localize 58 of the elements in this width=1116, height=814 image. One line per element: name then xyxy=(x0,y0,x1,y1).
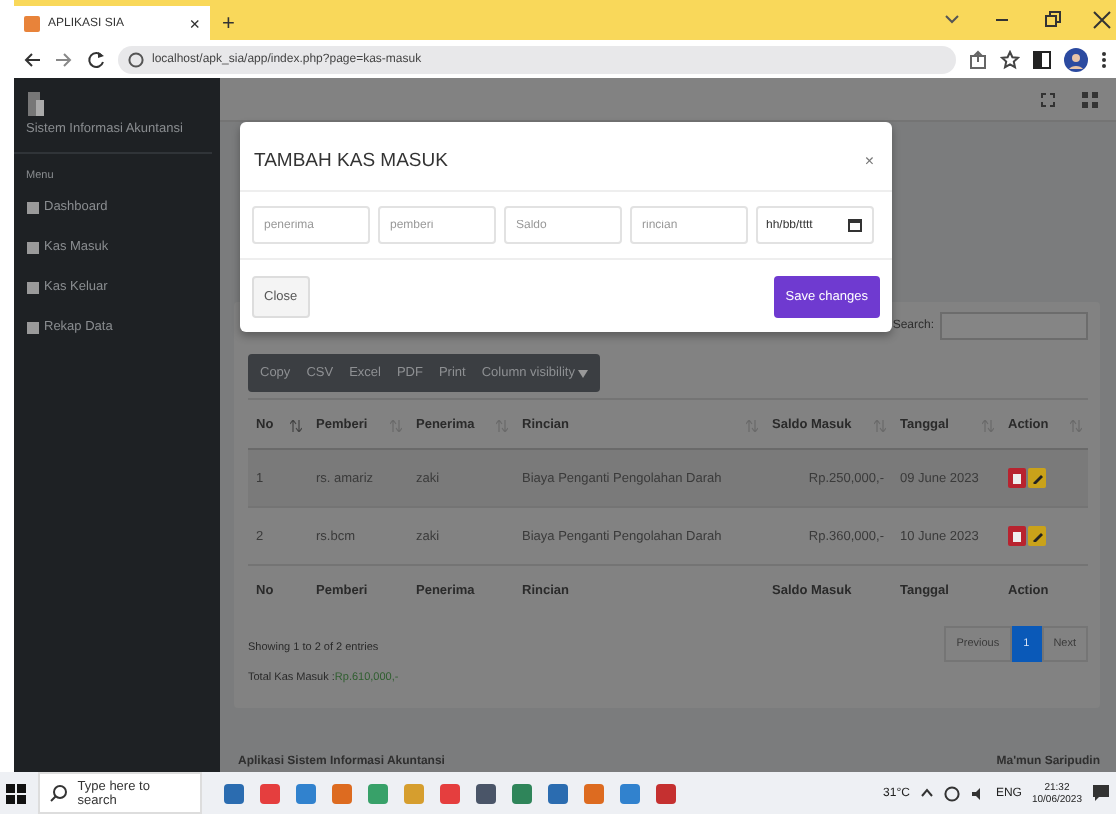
taskbar-app-icon[interactable] xyxy=(510,781,534,805)
close-button[interactable]: × xyxy=(864,151,874,169)
taskbar-app-icon[interactable] xyxy=(438,781,462,805)
search-field[interactable] xyxy=(940,312,1088,340)
info-icon[interactable] xyxy=(128,51,144,67)
page-icon xyxy=(26,240,40,254)
speaker-icon[interactable] xyxy=(969,785,986,801)
trash-icon xyxy=(1012,530,1022,542)
profile-avatar-icon[interactable] xyxy=(1064,47,1088,71)
back-icon[interactable] xyxy=(22,49,42,69)
taskbar-app-icon[interactable] xyxy=(654,781,678,805)
taskbar-app-icon[interactable] xyxy=(582,781,606,805)
search-icon xyxy=(50,784,68,802)
taskbar-app-icon[interactable] xyxy=(546,781,570,805)
taskbar-app-icon[interactable] xyxy=(330,781,354,805)
grid-icon[interactable] xyxy=(1082,91,1098,107)
more-icon[interactable] xyxy=(1100,49,1108,69)
sort-icon xyxy=(982,420,994,432)
sort-icon xyxy=(874,420,886,432)
trash-icon xyxy=(1012,472,1022,484)
favicon-icon xyxy=(24,15,40,31)
sidebar-toggle-icon[interactable] xyxy=(1032,49,1052,69)
pencil-icon xyxy=(1031,530,1043,542)
taskbar-app-icon[interactable] xyxy=(474,781,498,805)
taskbar-app-icon[interactable] xyxy=(222,781,246,805)
new-tab-button[interactable]: + xyxy=(222,12,235,36)
taskbar-app-icon[interactable] xyxy=(618,781,642,805)
logo-icon xyxy=(26,90,46,118)
close-icon[interactable] xyxy=(1092,10,1112,30)
pencil-icon xyxy=(1031,472,1043,484)
edit-button[interactable] xyxy=(1028,468,1046,488)
page-icon xyxy=(26,280,40,294)
sort-icon xyxy=(496,420,508,432)
restore-icon[interactable] xyxy=(1042,10,1062,30)
calendar-icon xyxy=(848,218,862,232)
modal-title: TAMBAH KAS MASUK xyxy=(254,149,448,171)
delete-button[interactable] xyxy=(1008,526,1026,546)
close-tab-button[interactable]: × xyxy=(189,13,200,33)
sort-icon xyxy=(1070,420,1082,432)
fullscreen-icon[interactable] xyxy=(1040,91,1056,107)
page-icon xyxy=(26,200,40,214)
sort-icon xyxy=(746,420,758,432)
notification-icon[interactable] xyxy=(1092,784,1110,802)
taskbar-app-icon[interactable] xyxy=(294,781,318,805)
taskbar-app-icon[interactable] xyxy=(366,781,390,805)
reload-icon[interactable] xyxy=(86,49,106,69)
edit-button[interactable] xyxy=(1028,526,1046,546)
forward-icon[interactable] xyxy=(54,49,74,69)
page-icon xyxy=(26,320,40,334)
chevron-up-icon[interactable] xyxy=(919,786,934,800)
taskbar-app-icon[interactable] xyxy=(258,781,282,805)
sort-icon xyxy=(290,420,302,432)
share-icon[interactable] xyxy=(968,49,988,69)
star-icon[interactable] xyxy=(1000,49,1020,69)
start-icon[interactable] xyxy=(6,783,26,803)
delete-button[interactable] xyxy=(1008,468,1026,488)
sort-icon xyxy=(390,420,402,432)
caret-icon xyxy=(578,369,589,377)
